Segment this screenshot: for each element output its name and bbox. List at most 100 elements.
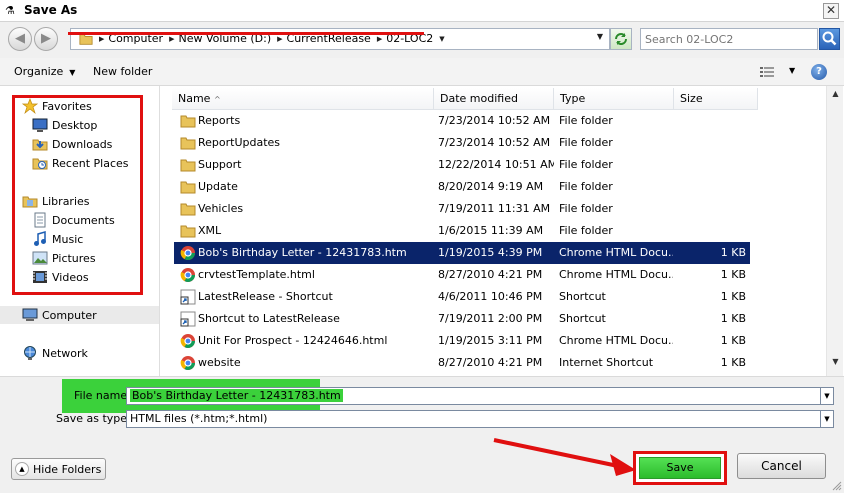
file-type: Shortcut xyxy=(559,312,606,325)
file-row[interactable]: ReportUpdates 7/23/2014 10:52 AM File fold… xyxy=(174,132,750,154)
file-name: Shortcut to LatestRelease xyxy=(198,312,340,325)
file-row[interactable]: XML 1/6/2015 11:39 AM File folder xyxy=(174,220,750,242)
hide-folders-button[interactable]: ▲ Hide Folders xyxy=(11,458,107,480)
scroll-down-icon[interactable]: ▼ xyxy=(829,357,842,371)
filename-dropdown[interactable]: ▼ xyxy=(820,387,834,405)
file-date: 1/19/2015 3:11 PM xyxy=(438,334,543,347)
save-annotation-box: Save xyxy=(633,451,727,485)
file-date: 8/27/2010 4:21 PM xyxy=(438,268,543,281)
file-name: Update xyxy=(198,180,238,193)
file-type: File folder xyxy=(559,224,613,237)
caret-down-icon: ▼ xyxy=(824,415,830,423)
search-icon xyxy=(822,31,837,46)
arrow-right-icon: ▶ xyxy=(41,31,51,46)
file-date: 7/23/2014 10:52 AM xyxy=(438,114,551,127)
help-button[interactable]: ? xyxy=(811,64,827,80)
organize-button[interactable]: Organize ▼ xyxy=(14,65,75,78)
address-history-dropdown[interactable]: ▼ xyxy=(597,32,603,41)
folder-icon xyxy=(180,201,196,217)
file-date: 4/6/2011 10:46 PM xyxy=(438,290,543,303)
file-list-scrollbar[interactable]: ▲ ▼ xyxy=(826,86,843,376)
resize-grip-icon[interactable] xyxy=(832,481,842,491)
file-size: 1 KB xyxy=(720,312,746,325)
folder-icon xyxy=(180,223,196,239)
chevron-up-icon: ▲ xyxy=(15,462,29,476)
address-annotation-underline xyxy=(68,32,424,35)
folder-icon xyxy=(180,157,196,173)
file-row[interactable]: crvtestTemplate.html 8/27/2010 4:21 PM Chr… xyxy=(174,264,750,286)
file-name: website xyxy=(198,356,241,369)
file-row[interactable]: Update 8/20/2014 9:19 AM File folder xyxy=(174,176,750,198)
savetype-value: HTML files (*.htm;*.html) xyxy=(130,412,268,425)
savetype-select[interactable]: HTML files (*.htm;*.html) xyxy=(126,410,834,428)
arrow-left-icon: ◀ xyxy=(15,31,25,46)
file-date: 8/27/2010 4:21 PM xyxy=(438,356,543,369)
file-date: 1/19/2015 4:39 PM xyxy=(438,246,543,259)
file-row[interactable]: Unit For Prospect - 12424646.html 1/19/20… xyxy=(174,330,750,352)
new-folder-button[interactable]: New folder xyxy=(93,65,152,78)
view-details-icon[interactable] xyxy=(760,66,774,78)
file-size: 1 KB xyxy=(720,356,746,369)
filename-label: File name: xyxy=(74,389,131,402)
close-button[interactable]: ✕ xyxy=(823,3,839,19)
folder-icon xyxy=(180,179,196,195)
file-size: 1 KB xyxy=(720,290,746,303)
cancel-button[interactable]: Cancel xyxy=(737,453,826,479)
nav-computer[interactable]: Computer xyxy=(0,306,159,324)
file-list: Name ^ Date modified Type Size Reports 7/… xyxy=(162,86,826,376)
search-button[interactable] xyxy=(819,28,840,50)
column-header-type[interactable]: Type xyxy=(554,88,674,110)
column-header-date-modified[interactable]: Date modified xyxy=(434,88,554,110)
forward-button[interactable]: ▶ xyxy=(34,27,58,51)
file-row[interactable]: Bob's Birthday Letter - 12431783.htm 1/19… xyxy=(174,242,750,264)
file-size: 1 KB xyxy=(720,246,746,259)
file-date: 8/20/2014 9:19 AM xyxy=(438,180,544,193)
caret-down-icon: ▼ xyxy=(69,68,76,77)
chrome-icon xyxy=(180,267,196,283)
filename-input[interactable]: Bob's Birthday Letter - 12431783.htm xyxy=(126,387,821,405)
shortcut-icon xyxy=(180,289,196,305)
file-row[interactable]: Support 12/22/2014 10:51 AM File folder xyxy=(174,154,750,176)
file-type: File folder xyxy=(559,180,613,193)
file-row[interactable]: LatestRelease - Shortcut 4/6/2011 10:46 P… xyxy=(174,286,750,308)
command-bar: Organize ▼ New folder ▼ ? xyxy=(0,58,844,86)
filename-value: Bob's Birthday Letter - 12431783.htm xyxy=(130,389,343,402)
file-row[interactable]: Reports 7/23/2014 10:52 AM File folder xyxy=(174,110,750,132)
shortcut-icon xyxy=(180,311,196,327)
savetype-dropdown[interactable]: ▼ xyxy=(820,410,834,428)
file-row[interactable]: website 8/27/2010 4:21 PM Internet Shortcu… xyxy=(174,352,750,374)
computer-icon xyxy=(22,308,38,321)
file-row[interactable]: Vehicles 7/19/2011 11:31 AM File folder xyxy=(174,198,750,220)
caret-right-icon: ▶ xyxy=(99,34,105,43)
title-bar: ⚗ Save As ✕ xyxy=(0,0,844,22)
file-name: Reports xyxy=(198,114,241,127)
help-icon: ? xyxy=(816,66,822,77)
view-options-dropdown[interactable]: ▼ xyxy=(789,66,795,75)
column-header-size[interactable]: Size xyxy=(674,88,758,110)
internet-shortcut-icon xyxy=(180,355,196,371)
file-name: Bob's Birthday Letter - 12431783.htm xyxy=(198,246,407,259)
refresh-icon xyxy=(615,33,627,45)
column-header-name[interactable]: Name ^ xyxy=(172,88,434,110)
caret-right-icon: ▶ xyxy=(277,34,283,43)
file-name: Vehicles xyxy=(198,202,244,215)
folder-icon xyxy=(180,113,196,129)
save-form: File name: Bob's Birthday Letter - 12431… xyxy=(0,376,844,493)
search-input[interactable] xyxy=(640,28,818,50)
file-row[interactable]: Shortcut to LatestRelease 7/19/2011 2:00 … xyxy=(174,308,750,330)
close-icon: ✕ xyxy=(825,3,837,17)
window-title: Save As xyxy=(24,3,78,17)
chrome-icon xyxy=(180,245,196,261)
sort-ascending-icon: ^ xyxy=(213,95,221,104)
scroll-up-icon[interactable]: ▲ xyxy=(829,89,842,103)
back-button[interactable]: ◀ xyxy=(8,27,32,51)
nav-annotation-box xyxy=(12,95,143,295)
caret-down-icon: ▼ xyxy=(824,392,830,400)
save-button[interactable]: Save xyxy=(639,457,721,479)
nav-network[interactable]: Network xyxy=(22,344,88,362)
refresh-button[interactable] xyxy=(610,28,632,50)
file-date: 1/6/2015 11:39 AM xyxy=(438,224,544,237)
caret-right-icon: ▶ xyxy=(376,34,383,43)
file-date: 12/22/2014 10:51 AM xyxy=(438,158,554,171)
file-size: 1 KB xyxy=(720,268,746,281)
